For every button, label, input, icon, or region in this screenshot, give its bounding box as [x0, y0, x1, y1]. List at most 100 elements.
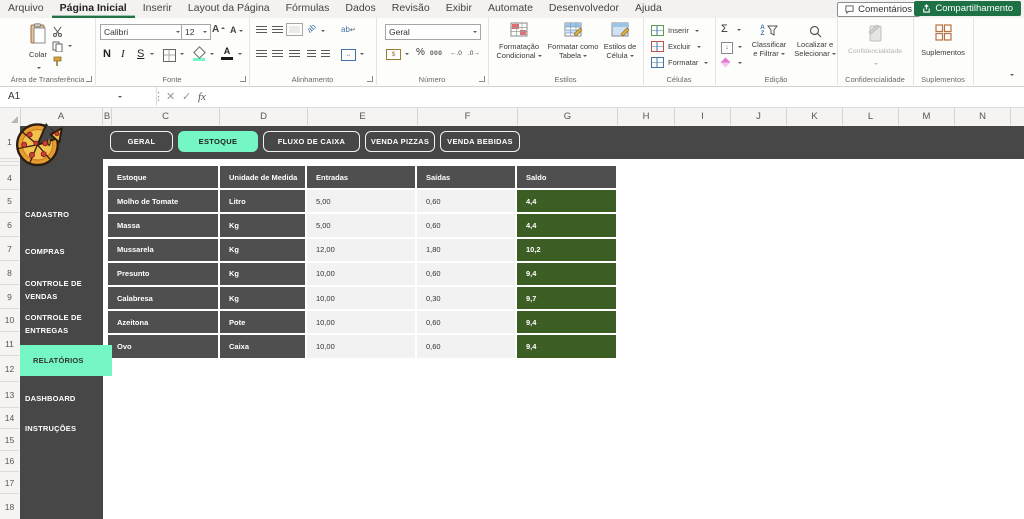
- align-top-icon[interactable]: [256, 26, 267, 33]
- percent-style-icon[interactable]: %: [416, 47, 425, 58]
- number-format-select[interactable]: Geral: [385, 24, 481, 40]
- find-select-button[interactable]: Localizar e Selecionar: [793, 22, 837, 58]
- fill-color-caret[interactable]: [210, 53, 214, 57]
- menu-tab-formulas[interactable]: Fórmulas: [278, 0, 338, 18]
- comma-style-icon[interactable]: 000: [430, 50, 442, 57]
- sidebar-item-dashboard[interactable]: DASHBOARD: [25, 392, 89, 405]
- sidebar-item-relatorios[interactable]: RELATÓRIOS: [20, 345, 112, 376]
- borders-caret[interactable]: [180, 53, 184, 57]
- sidebar-item-compras[interactable]: COMPRAS: [25, 245, 89, 258]
- clear-eraser-icon[interactable]: [721, 58, 731, 68]
- font-dialog-launcher[interactable]: [240, 76, 246, 82]
- bold-button[interactable]: N: [103, 48, 111, 60]
- column-header-H[interactable]: H: [618, 108, 675, 125]
- number-dialog-launcher[interactable]: [479, 76, 485, 82]
- menu-tab-revisao[interactable]: Revisão: [384, 0, 438, 18]
- table-cell-saldo[interactable]: 4,4: [517, 190, 616, 212]
- format-as-table-button[interactable]: Formatar como Tabela: [547, 22, 599, 60]
- menu-tab-desenvolvedor[interactable]: Desenvolvedor: [541, 0, 627, 18]
- table-header-saldo[interactable]: Saldo: [517, 166, 616, 188]
- cancel-icon[interactable]: ✕: [166, 87, 175, 106]
- merge-center-icon[interactable]: ↔: [341, 49, 356, 61]
- table-cell-saidas[interactable]: 0,60: [417, 263, 515, 285]
- row-header-11[interactable]: 11: [0, 332, 19, 356]
- menu-tab-pagina-inicial[interactable]: Página Inicial: [52, 0, 135, 18]
- nav-tab-geral[interactable]: GERAL: [110, 131, 173, 152]
- share-button[interactable]: Compartilhamento: [914, 1, 1021, 16]
- column-header-G[interactable]: G: [518, 108, 618, 125]
- autosum-caret[interactable]: [737, 29, 741, 33]
- table-cell-estoque[interactable]: Calabresa: [108, 287, 218, 309]
- row-header-18[interactable]: 18: [0, 494, 19, 519]
- borders-icon[interactable]: [163, 49, 176, 62]
- sidebar-item-controle-de-entregas[interactable]: CONTROLE DE ENTREGAS: [25, 311, 89, 338]
- table-header-saidas[interactable]: Saídas: [417, 166, 515, 188]
- orientation-icon[interactable]: ab: [305, 22, 318, 35]
- table-cell-saidas[interactable]: 1,80: [417, 239, 515, 261]
- currency-format-icon[interactable]: $: [386, 49, 401, 60]
- table-cell-saldo[interactable]: 9,7: [517, 287, 616, 309]
- table-cell-unidade[interactable]: Caixa: [220, 335, 305, 357]
- table-cell-unidade[interactable]: Kg: [220, 287, 305, 309]
- row-header-16[interactable]: 16: [0, 451, 19, 472]
- menu-tab-automate[interactable]: Automate: [480, 0, 541, 18]
- column-header-M[interactable]: M: [899, 108, 955, 125]
- table-cell-unidade[interactable]: Kg: [220, 239, 305, 261]
- table-cell-unidade[interactable]: Litro: [220, 190, 305, 212]
- table-cell-entradas[interactable]: 5,00: [307, 190, 415, 212]
- underline-button[interactable]: S: [137, 48, 144, 60]
- column-header-C[interactable]: C: [112, 108, 220, 125]
- table-cell-estoque[interactable]: Presunto: [108, 263, 218, 285]
- table-cell-entradas[interactable]: 5,00: [307, 214, 415, 236]
- nav-tab-fluxo-de-caixa[interactable]: FLUXO DE CAIXA: [263, 131, 360, 152]
- table-cell-saidas[interactable]: 0,60: [417, 214, 515, 236]
- sidebar-item-controle-de-vendas[interactable]: CONTROLE DE VENDAS: [25, 277, 89, 304]
- copy-icon[interactable]: [52, 41, 63, 52]
- table-cell-saldo[interactable]: 10,2: [517, 239, 616, 261]
- table-cell-saldo[interactable]: 9,4: [517, 335, 616, 357]
- nav-tab-venda-pizzas[interactable]: VENDA PIZZAS: [365, 131, 435, 152]
- menu-tab-ajuda[interactable]: Ajuda: [627, 0, 670, 18]
- column-header-partial[interactable]: [1011, 108, 1024, 125]
- merge-center-caret[interactable]: [360, 53, 364, 57]
- table-cell-saidas[interactable]: 0,60: [417, 335, 515, 357]
- menu-tab-exibir[interactable]: Exibir: [438, 0, 480, 18]
- row-header-6[interactable]: 6: [0, 213, 19, 237]
- orientation-caret[interactable]: [321, 30, 325, 34]
- underline-caret[interactable]: [150, 53, 154, 57]
- column-header-I[interactable]: I: [675, 108, 731, 125]
- paste-button[interactable]: Colar: [20, 23, 56, 77]
- delete-cells-button[interactable]: Excluir: [651, 41, 701, 52]
- column-header-D[interactable]: D: [220, 108, 308, 125]
- formula-menu-dots[interactable]: ⋮: [153, 87, 164, 106]
- table-header-estoque[interactable]: Estoque: [108, 166, 218, 188]
- table-cell-estoque[interactable]: Massa: [108, 214, 218, 236]
- menu-tab-layout-da-pagina[interactable]: Layout da Página: [180, 0, 278, 18]
- row-header-9[interactable]: 9: [0, 285, 19, 309]
- comments-button[interactable]: Comentários: [837, 2, 920, 17]
- row-header-13[interactable]: 13: [0, 382, 19, 408]
- table-cell-saldo[interactable]: 9,4: [517, 263, 616, 285]
- menu-tab-dados[interactable]: Dados: [337, 0, 383, 18]
- table-cell-saidas[interactable]: 0,60: [417, 190, 515, 212]
- menu-tab-arquivo[interactable]: Arquivo: [0, 0, 52, 18]
- increase-indent-icon[interactable]: [321, 50, 330, 57]
- cut-icon[interactable]: [52, 26, 63, 37]
- cell-styles-button[interactable]: Estilos de Célula: [599, 22, 641, 60]
- nav-tab-estoque[interactable]: ESTOQUE: [178, 131, 258, 152]
- enter-check-icon[interactable]: ✓: [182, 87, 191, 106]
- fill-down-caret[interactable]: [738, 46, 742, 50]
- column-header-N[interactable]: N: [955, 108, 1011, 125]
- clipboard-dialog-launcher[interactable]: [86, 76, 92, 82]
- align-left-icon[interactable]: [256, 50, 267, 57]
- format-painter-icon[interactable]: [52, 56, 63, 67]
- row-header-7[interactable]: 7: [0, 237, 19, 261]
- column-header-B[interactable]: B: [103, 108, 112, 125]
- decrease-decimal-icon[interactable]: .0→: [468, 50, 480, 57]
- font-color-button[interactable]: A: [221, 47, 233, 60]
- fx-icon[interactable]: fx: [198, 87, 206, 106]
- sort-filter-button[interactable]: AZ Classificar e Filtrar: [745, 22, 793, 58]
- row-header-10[interactable]: 10: [0, 309, 19, 332]
- italic-button[interactable]: I: [121, 48, 125, 60]
- conditional-formatting-button[interactable]: Formatação Condicional: [491, 22, 547, 60]
